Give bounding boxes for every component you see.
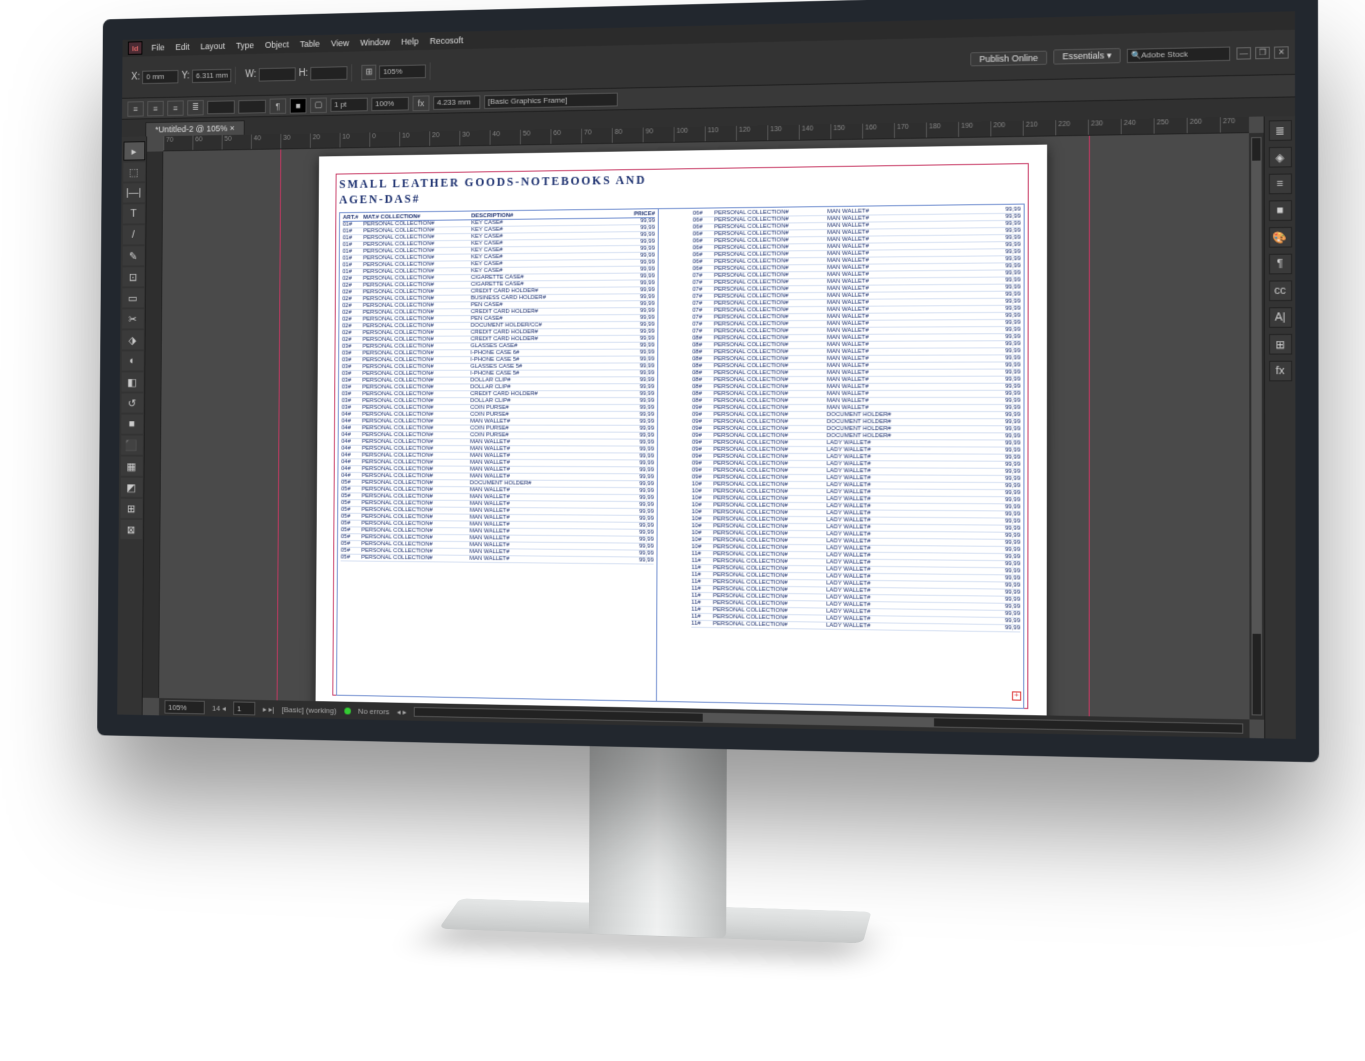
tool-17[interactable]: ⊞ xyxy=(120,499,142,518)
para-justify-icon[interactable]: ≣ xyxy=(187,100,204,116)
tool-10[interactable]: ◐ xyxy=(121,351,143,370)
menu-edit[interactable]: Edit xyxy=(175,42,189,52)
zoom-field[interactable]: 105% xyxy=(379,64,426,79)
document-canvas[interactable]: 7060504030201001020304050607080901001101… xyxy=(142,116,1264,738)
tool-18[interactable]: ⊠ xyxy=(119,520,141,539)
menu-view[interactable]: View xyxy=(331,38,349,48)
scroll-thumb-h[interactable] xyxy=(702,714,933,727)
menu-layout[interactable]: Layout xyxy=(200,41,225,51)
preflight-ok-icon xyxy=(344,707,351,714)
panel-icon-2[interactable]: ≡ xyxy=(1268,173,1291,194)
document-page[interactable]: SMALL LEATHER GOODS-NOTEBOOKS AND AGEN-D… xyxy=(315,145,1047,720)
preflight-status[interactable]: No errors xyxy=(358,706,389,715)
tool-11[interactable]: ◧ xyxy=(121,372,143,391)
tool-13[interactable]: ■ xyxy=(120,415,142,434)
stroke-weight-field[interactable]: 1 pt xyxy=(330,97,367,111)
tool-9[interactable]: ⬗ xyxy=(121,330,143,349)
menu-table[interactable]: Table xyxy=(300,39,320,49)
app-badge-icon: Id xyxy=(127,41,142,55)
menu-window[interactable]: Window xyxy=(360,37,390,47)
coord-x-field[interactable]: 0 mm xyxy=(142,69,178,83)
stroke-swatch-icon[interactable]: ▢ xyxy=(310,97,327,113)
nav-arrows[interactable]: ◂ ▸ xyxy=(396,707,406,716)
panel-icon-7[interactable]: A| xyxy=(1268,307,1291,328)
menu-recosoft[interactable]: Recosoft xyxy=(429,35,462,46)
tool-16[interactable]: ◩ xyxy=(120,478,142,497)
scroll-thumb-v[interactable] xyxy=(1252,161,1261,633)
pilcrow-icon[interactable]: ¶ xyxy=(269,98,286,114)
width-label: W: xyxy=(245,69,256,80)
window-minimize-button[interactable]: — xyxy=(1236,47,1251,60)
para-align-right-icon[interactable]: ≡ xyxy=(167,100,183,116)
indent-right-field[interactable] xyxy=(238,99,266,113)
page-title: SMALL LEATHER GOODS-NOTEBOOKS AND AGEN-D… xyxy=(339,173,652,208)
page-nav-arrows[interactable]: 14 ◂ xyxy=(212,703,226,712)
fill-swatch-icon[interactable]: ■ xyxy=(289,97,306,113)
height-label: H: xyxy=(298,68,307,79)
panel-icon-4[interactable]: 🎨 xyxy=(1268,227,1291,248)
tools-panel: ▸ ⬚ |—| T / ✎ ⊡ ▭ ✂ ⬗ ◐ ◧ ↺ ■ ⬛ ▦ ◩ ⊞ ⊠ xyxy=(117,136,147,715)
object-style-dropdown[interactable]: [Basic Graphics Frame] xyxy=(484,92,618,108)
tool-6[interactable]: ⊡ xyxy=(122,267,144,286)
panel-icon-5[interactable]: ¶ xyxy=(1268,254,1291,275)
frame-size-field[interactable]: 4.233 mm xyxy=(433,95,480,110)
zoom-level-field[interactable]: 105% xyxy=(164,700,204,714)
overset-text-icon[interactable] xyxy=(1011,691,1020,700)
para-align-center-icon[interactable]: ≡ xyxy=(147,100,163,116)
menu-type[interactable]: Type xyxy=(236,40,254,50)
tool-1[interactable]: ⬚ xyxy=(122,162,144,181)
indent-field[interactable] xyxy=(207,100,235,114)
search-field[interactable]: 🔍 Adobe Stock xyxy=(1126,46,1229,63)
opacity-field[interactable]: 100% xyxy=(371,96,408,110)
workspace-switcher[interactable]: Essentials ▾ xyxy=(1053,48,1121,65)
tool-7[interactable]: ▭ xyxy=(121,288,143,307)
menu-file[interactable]: File xyxy=(151,43,164,53)
tool-15[interactable]: ▦ xyxy=(120,457,142,476)
height-field[interactable] xyxy=(310,66,347,80)
monitor-stand-neck xyxy=(588,734,726,939)
publish-online-button[interactable]: Publish Online xyxy=(970,50,1047,66)
panel-icon-0[interactable]: ≣ xyxy=(1268,120,1291,141)
panel-icon-6[interactable]: cc xyxy=(1268,280,1291,301)
vertical-scrollbar[interactable] xyxy=(1249,133,1264,720)
text-frame[interactable]: ART.# MAT.# COLLECTION# DESCRIPTION# PRI… xyxy=(336,204,1025,709)
preflight-profile[interactable]: [Basic] (working) xyxy=(281,705,336,715)
window-maximize-button[interactable]: ❐ xyxy=(1255,46,1270,59)
menu-object[interactable]: Object xyxy=(265,40,289,50)
monitor-frame: Id File Edit Layout Type Object Table View Wind… xyxy=(97,0,1319,762)
tool-12[interactable]: ↺ xyxy=(120,393,142,412)
app-window: Id File Edit Layout Type Object Table View Wind… xyxy=(117,11,1296,739)
tool-5[interactable]: ✎ xyxy=(122,246,144,265)
coord-y-field[interactable]: 6.311 mm xyxy=(192,68,231,82)
tool-0[interactable]: ▸ xyxy=(123,141,145,160)
tool-14[interactable]: ⬛ xyxy=(120,436,142,455)
table-row: 05#PERSONAL COLLECTION#MAN WALLET#99,99 xyxy=(340,555,653,565)
page-nav-next[interactable]: ▸ ▸| xyxy=(262,704,273,713)
panel-icon-3[interactable]: ■ xyxy=(1268,200,1291,221)
reference-point-icon[interactable]: ⊞ xyxy=(361,64,376,80)
menu-help[interactable]: Help xyxy=(401,36,418,46)
panel-icon-1[interactable]: ◈ xyxy=(1268,147,1291,168)
right-panel-dock: ≣ ◈ ≡ ■ 🎨 ¶ cc A| ⊞ fx xyxy=(1263,116,1295,739)
para-align-left-icon[interactable]: ≡ xyxy=(127,101,143,117)
panel-icon-9[interactable]: fx xyxy=(1268,361,1291,382)
page-number-field[interactable]: 1 xyxy=(233,701,255,715)
pasteboard[interactable]: SMALL LEATHER GOODS-NOTEBOOKS AND AGEN-D… xyxy=(159,133,1249,719)
tool-3[interactable]: T xyxy=(122,204,144,223)
panel-icon-8[interactable]: ⊞ xyxy=(1268,334,1291,355)
coord-x-label: X: xyxy=(131,72,140,83)
coord-y-label: Y: xyxy=(181,71,189,82)
tab-close-icon[interactable]: × xyxy=(229,123,234,133)
tool-4[interactable]: / xyxy=(122,225,144,244)
fx-icon[interactable]: fx xyxy=(412,95,429,111)
width-field[interactable] xyxy=(259,67,296,81)
document-tab-label: *Untitled-2 @ 105% xyxy=(155,123,227,134)
tool-8[interactable]: ✂ xyxy=(121,309,143,328)
tool-2[interactable]: |—| xyxy=(122,183,144,202)
window-close-button[interactable]: ✕ xyxy=(1273,46,1288,59)
